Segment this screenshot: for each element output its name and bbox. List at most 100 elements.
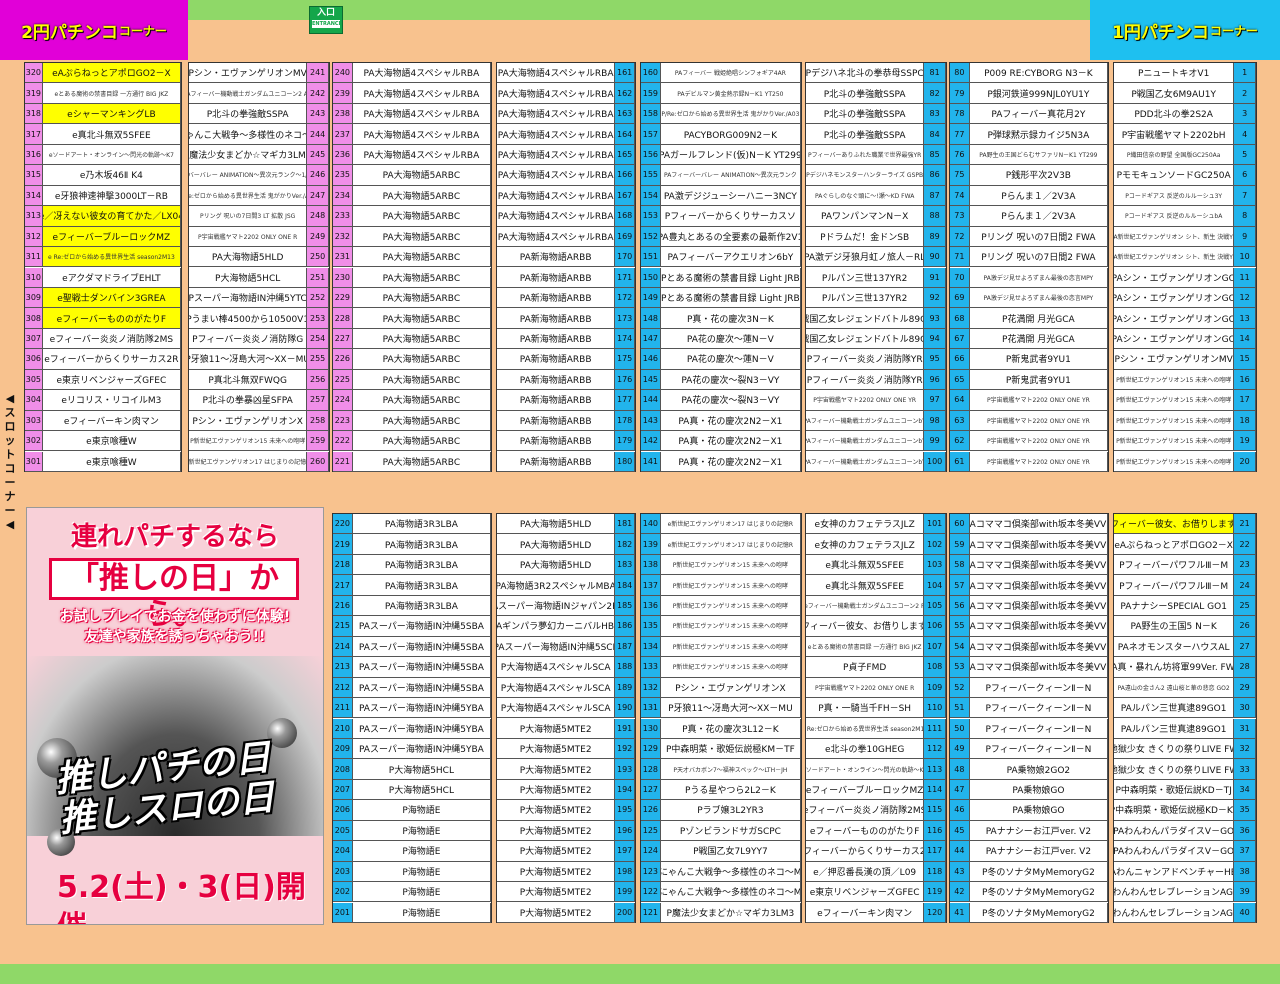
machine-row[interactable]: 127 Pうる星やつら2L2－K: [641, 779, 801, 801]
machine-row[interactable]: P真・一騎当千FH－SH 110: [806, 698, 946, 719]
machine-row[interactable]: 138 P新世紀エヴァンゲリオン15 未来への咆哮: [641, 554, 801, 576]
machine-row[interactable]: PA大海物語4スペシャルRBA 162: [497, 83, 635, 104]
machine-row[interactable]: Pフィーバー炎炎ノ消防隊YR 96: [806, 369, 946, 391]
machine-row[interactable]: 47 PA乗物娘GO: [950, 779, 1108, 801]
machine-row[interactable]: 69 PA激デジ見せよろずまん最後の恋言MPY: [950, 287, 1108, 309]
machine-row[interactable]: P/Re:ゼロから始める異世界生活 鬼がかりVer./A03247: [189, 185, 329, 207]
machine-row[interactable]: P地獄少女 きくりの祭りLIVE FWA33: [1114, 759, 1256, 780]
machine-row[interactable]: 208 P大海物語5HCL: [333, 759, 491, 780]
machine-row[interactable]: 140 e新世紀エヴァンゲリオン17 はじまりの記憶R: [641, 514, 801, 535]
machine-row[interactable]: 73 Pらんま１／2V3A: [950, 206, 1108, 227]
machine-row[interactable]: PAスーパー海物語INジャパン2RA185: [497, 595, 635, 617]
machine-row[interactable]: Pシン・エヴァンゲリオンMV 241: [189, 63, 329, 84]
machine-row[interactable]: 136 P新世紀エヴァンゲリオン15 未来への咆哮: [641, 595, 801, 617]
machine-row[interactable]: PA大海物語5HLD 182: [497, 534, 635, 555]
machine-row[interactable]: Pうまい棒4500から10500V1 253: [189, 308, 329, 329]
machine-row[interactable]: 78 PAフィーバー真花月2Y: [950, 103, 1108, 125]
machine-row[interactable]: 149 Pとある魔術の禁書目録 Light JRB: [641, 287, 801, 309]
machine-row[interactable]: PAルパン三世真逮89GO1 30: [1114, 698, 1256, 719]
machine-row[interactable]: P新世紀エヴァンゲリオン15 未来への咆哮 18: [1114, 410, 1256, 432]
machine-row[interactable]: P北斗の拳強敵SSPA 243: [189, 103, 329, 125]
machine-row[interactable]: 64 P宇宙戦艦ヤマト2202 ONLY ONE YR: [950, 390, 1108, 411]
machine-row[interactable]: PAギンパラ夢幻カーニバルHBA 186: [497, 616, 635, 637]
machine-row[interactable]: 217 PA海物語3R3LBA: [333, 575, 491, 596]
machine-row[interactable]: PモモキュンソードGC250A 6: [1114, 165, 1256, 186]
machine-row[interactable]: PA新海物語ARBB 176: [497, 369, 635, 391]
machine-row[interactable]: 128 P天才バカボン7〜福神スペック〜LTH－JH: [641, 759, 801, 780]
machine-row[interactable]: 134 P新世紀エヴァンゲリオン15 未来への咆哮: [641, 636, 801, 658]
machine-row[interactable]: 61 P宇宙戦艦ヤマト2202 ONLY ONE YR: [950, 451, 1108, 472]
machine-row[interactable]: e真北斗無双5SFEE 103: [806, 554, 946, 576]
machine-row[interactable]: Pデジハネ北斗の拳恭母SSPC 81: [806, 63, 946, 84]
machine-row[interactable]: PA大海物語5HLD 250: [189, 247, 329, 268]
machine-row[interactable]: e北斗の拳10GHEG 112: [806, 738, 946, 760]
machine-row[interactable]: PA大海物語4スペシャルRBA 166: [497, 165, 635, 186]
machine-row[interactable]: 306 eフィーバーからくりサーカス2R: [25, 349, 181, 370]
machine-row[interactable]: 63 P宇宙戦艦ヤマト2202 ONLY ONE YR: [950, 410, 1108, 432]
machine-row[interactable]: eフィーバー彼女、お借りしますH21: [1114, 514, 1256, 535]
machine-row[interactable]: 308 eフィーバーもののがたりF: [25, 308, 181, 329]
machine-row[interactable]: PAわんわんセレブレーションAGBD40: [1114, 902, 1256, 923]
machine-row[interactable]: 121 P魔法少女まどか☆マギカ3LM3: [641, 902, 801, 923]
machine-row[interactable]: 152 PA豊丸とあるの全要素の最新作2V1: [641, 226, 801, 247]
machine-row[interactable]: P大海物語4スペシャルSCA 190: [497, 698, 635, 719]
machine-row[interactable]: 137 P新世紀エヴァンゲリオン15 未来への咆哮: [641, 575, 801, 596]
machine-row[interactable]: 155 PAフィーバーバレー ANIMATION〜異次元ランク: [641, 165, 801, 186]
machine-row[interactable]: 55 PAコママコ倶楽部with坂本冬美VV1: [950, 616, 1108, 637]
machine-row[interactable]: 80 P009 RE:CYBORG N3－K: [950, 63, 1108, 84]
machine-row[interactable]: 148 P真・花の慶次3N－K: [641, 308, 801, 329]
machine-row[interactable]: 43 P冬のソナタMyMemoryG2: [950, 861, 1108, 883]
machine-row[interactable]: 238 PA大海物語4スペシャルRBA: [333, 103, 491, 125]
machine-row[interactable]: PAネオモンスターハウスAL 27: [1114, 636, 1256, 658]
machine-row[interactable]: 157 PACYBORG009N2－K: [641, 124, 801, 145]
machine-row[interactable]: 210 PAスーパー海物語IN沖縄5YBA: [333, 718, 491, 739]
machine-row[interactable]: Pルパン三世137YR2 92: [806, 287, 946, 309]
machine-row[interactable]: P大海物語4スペシャルSCA 188: [497, 657, 635, 678]
machine-row[interactable]: P宇宙戦艦ヤマト2202 ONLY ONE YR 97: [806, 390, 946, 411]
machine-row[interactable]: 141 PA真・花の慶次2N2－X1: [641, 451, 801, 472]
machine-row[interactable]: PA新海物語ARBB 170: [497, 247, 635, 268]
machine-row[interactable]: PA大海物語4スペシャルRBA 167: [497, 185, 635, 207]
machine-row[interactable]: eAぷらねっとアポロGO2－X 22: [1114, 534, 1256, 555]
machine-row[interactable]: P北斗の拳強敵SSPA 83: [806, 103, 946, 125]
machine-row[interactable]: e真北斗無双5SFEE 104: [806, 575, 946, 596]
machine-row[interactable]: 303 eフィーバーキン肉マン: [25, 410, 181, 432]
machine-row[interactable]: e Re:ゼロから始める異世界生活 season2M13 111: [806, 718, 946, 739]
machine-row[interactable]: 66 P新鬼武者9YU1: [950, 349, 1108, 370]
machine-row[interactable]: 309 e聖戦士ダンバイン3GREA: [25, 287, 181, 309]
machine-row[interactable]: 71 Pリング 呪いの7日間2 FWA: [950, 247, 1108, 268]
machine-row[interactable]: 153 Pフィーバーからくりサーカスソ: [641, 206, 801, 227]
machine-row[interactable]: PAフィーバーバレー ANIMATION〜異次元ランク〜1/99〜S4A246: [189, 165, 329, 186]
machine-row[interactable]: P宇宙戦艦ヤマト2202 ONLY ONE R 249: [189, 226, 329, 247]
machine-row[interactable]: P大海物語5MTE2 198: [497, 861, 635, 883]
machine-row[interactable]: PAナナシーSPECIAL GO1 25: [1114, 595, 1256, 617]
machine-row[interactable]: 59 PAコママコ倶楽部with坂本冬美VV1: [950, 534, 1108, 555]
machine-row[interactable]: e女神のカフェテラスJLZ 102: [806, 534, 946, 555]
machine-row[interactable]: 211 PAスーパー海物語IN沖縄5YBA: [333, 698, 491, 719]
machine-row[interactable]: 133 P新世紀エヴァンゲリオン15 未来への咆哮: [641, 657, 801, 678]
machine-row[interactable]: 145 PA花の慶次〜裂N3－VY: [641, 369, 801, 391]
machine-row[interactable]: 123 Pにゃんこ大戦争〜多様性のネコ〜M4: [641, 861, 801, 883]
machine-row[interactable]: 70 PA激デジ見せよろずまん最後の恋言MPY: [950, 267, 1108, 288]
machine-row[interactable]: 77 P弾球黙示録カイジ5N3A: [950, 124, 1108, 145]
machine-row[interactable]: eフィーバー彼女、お借りしますH106: [806, 616, 946, 637]
machine-row[interactable]: P魔法少女まどか☆マギカ3LM3 245: [189, 144, 329, 166]
machine-row[interactable]: eソードアート・オンライン〜閃光の軌跡〜K7 113: [806, 759, 946, 780]
machine-row[interactable]: 222 PA大海物語5ARBC: [333, 431, 491, 452]
machine-row[interactable]: PA大海物語4スペシャルRBA 165: [497, 144, 635, 166]
machine-row[interactable]: e女神のカフェテラスJLZ 101: [806, 514, 946, 535]
machine-row[interactable]: 76 PA野生の王国どらむサファリN－K1 YT299: [950, 144, 1108, 166]
machine-row[interactable]: PAシン・エヴァンゲリオンGO 13: [1114, 308, 1256, 329]
machine-row[interactable]: PAぐらしのなぐ頭に〜!瀬〜KD FWA 87: [806, 185, 946, 207]
machine-row[interactable]: 237 PA大海物語4スペシャルRBA: [333, 124, 491, 145]
machine-row[interactable]: PAシン・エヴァンゲリオンGO 11: [1114, 267, 1256, 288]
machine-row[interactable]: 207 P大海物語5HCL: [333, 779, 491, 801]
machine-row[interactable]: PA真・暴れん坊将軍99Ver. FWZ28: [1114, 657, 1256, 678]
machine-row[interactable]: PニュートキオV1 1: [1114, 63, 1256, 84]
machine-row[interactable]: 313 e／冴えない彼女の育てかた／LX04: [25, 206, 181, 227]
machine-row[interactable]: P中森明菜・歌姫伝説KD－TJ 34: [1114, 779, 1256, 801]
machine-row[interactable]: PAわんわんパラダイスV－GO 37: [1114, 841, 1256, 862]
machine-row[interactable]: 315 e乃木坂46Ⅱ K4: [25, 165, 181, 186]
machine-row[interactable]: 311 e Re:ゼロから始める異世界生活 season2M13: [25, 247, 181, 268]
machine-row[interactable]: 131 P牙狼11〜冴島大河〜XX－MU: [641, 698, 801, 719]
